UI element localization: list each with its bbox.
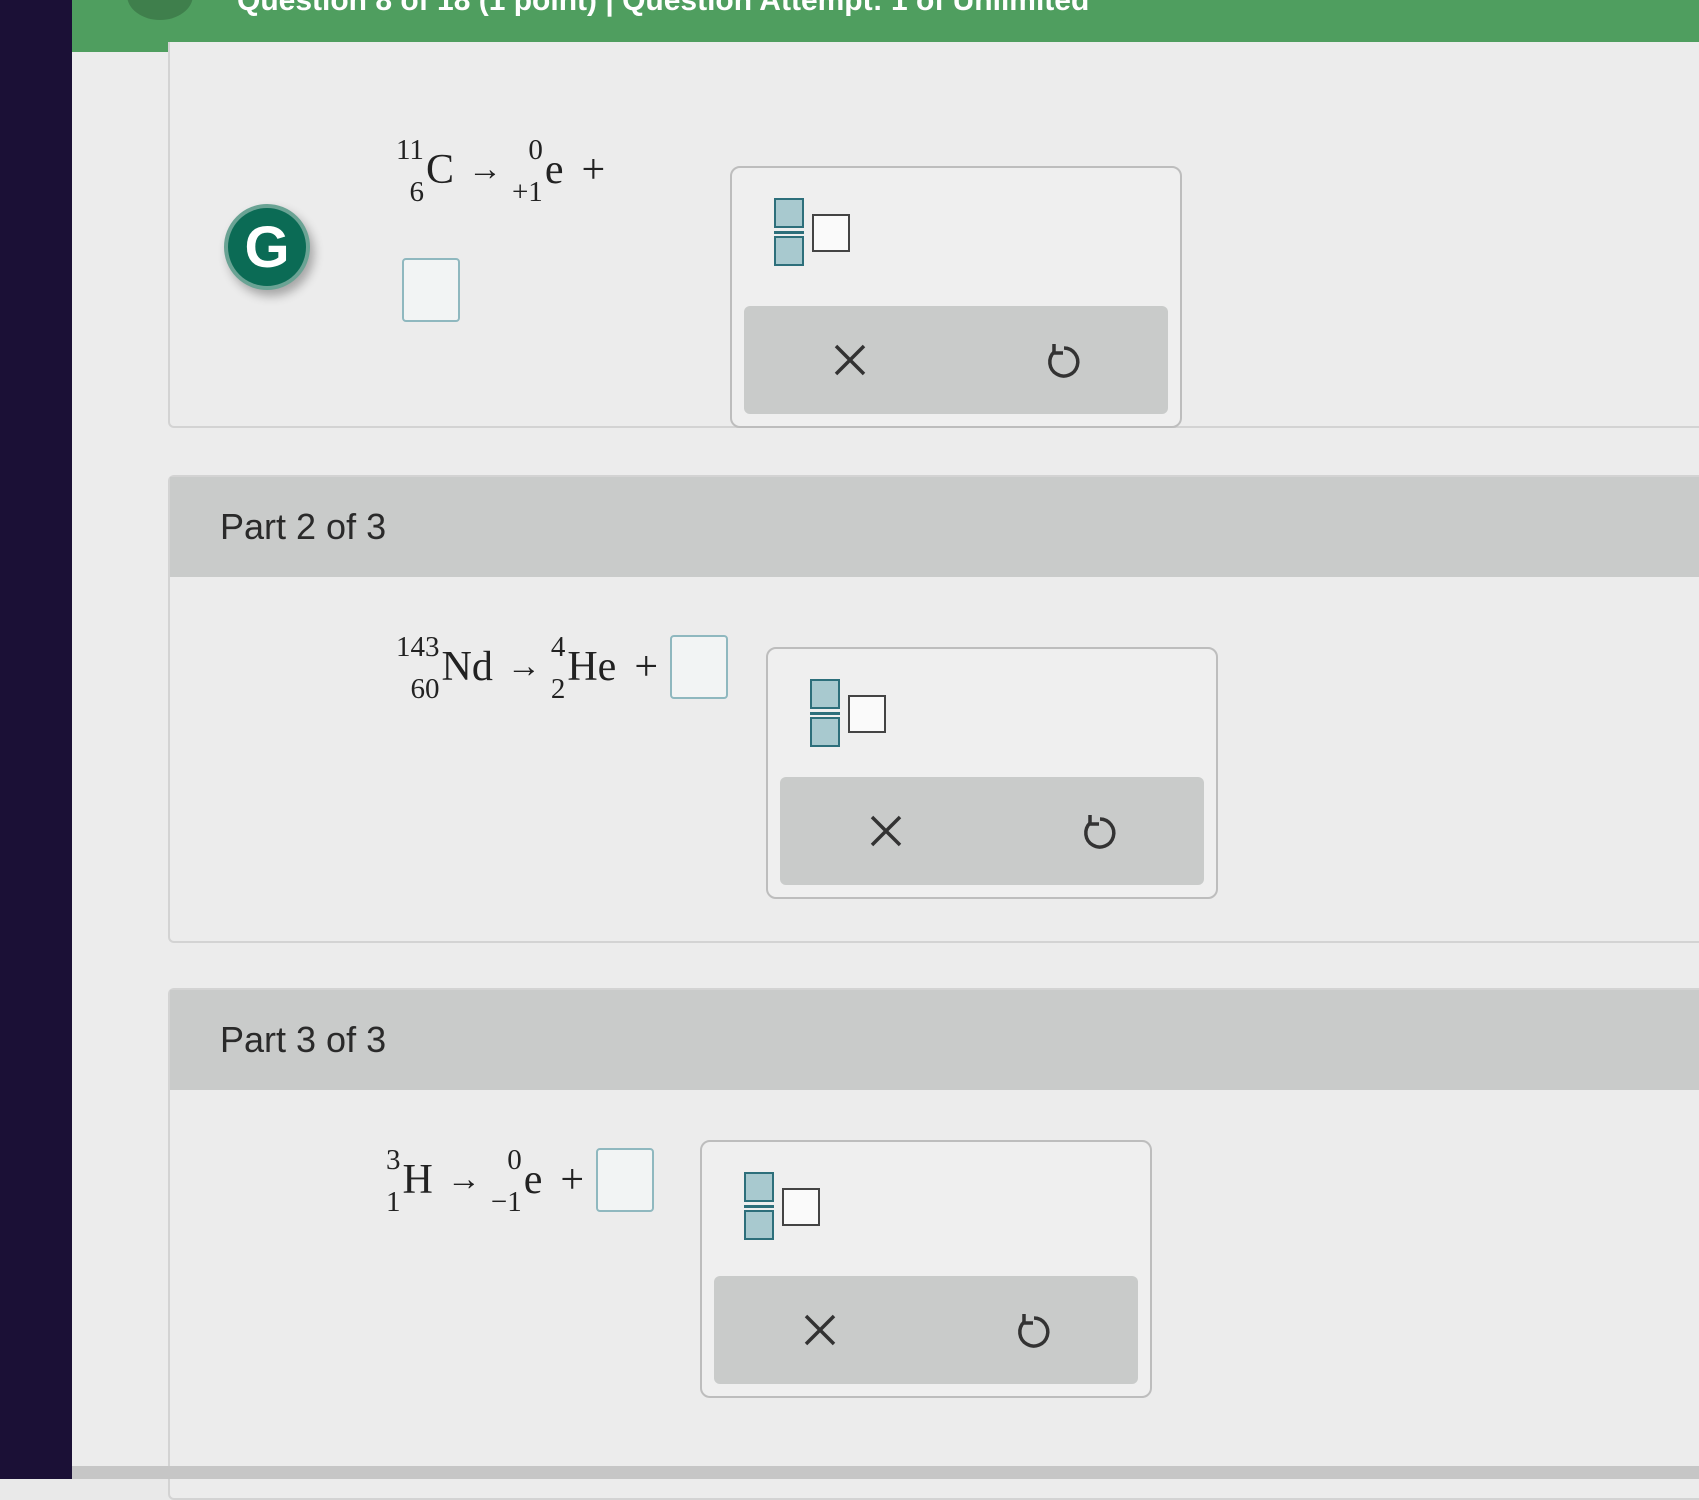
undo-icon [1084, 815, 1116, 849]
plus-sign: + [634, 644, 659, 690]
close-icon [804, 1314, 836, 1346]
palette-actions [744, 306, 1168, 414]
part-3-answer-box[interactable] [596, 1148, 655, 1212]
part-2-header: Part 2 of 3 [170, 477, 1699, 577]
grammarly-badge-icon[interactable]: G [224, 204, 310, 290]
reaction-arrow: → [467, 151, 502, 188]
product-nuclide: 0 +1 e [511, 134, 564, 208]
clear-button[interactable] [780, 1290, 860, 1370]
reactant-nuclide: 11 6 C [396, 134, 454, 208]
part-2-answer-box[interactable] [670, 635, 729, 699]
plus-sign: + [560, 1157, 585, 1203]
fraction-template-icon[interactable] [774, 198, 854, 268]
undo-icon [1048, 344, 1080, 378]
close-icon [834, 344, 866, 376]
left-bezel [0, 0, 72, 1479]
question-page: 11 6 C → 0 +1 e + Part 2 of 3 143 60 Nd … [72, 42, 1699, 1500]
part-3-card: Part 3 of 3 31 H → 0 −1 e + [168, 988, 1699, 1500]
question-info: Question 8 of 18 (1 point) | Question At… [237, 0, 1090, 17]
fraction-template-icon[interactable] [810, 679, 890, 749]
product-nuclide: 0 −1 e [490, 1144, 543, 1218]
fraction-template-icon[interactable] [744, 1172, 824, 1242]
part-2-palette [766, 647, 1218, 899]
clear-button[interactable] [810, 320, 890, 400]
clear-button[interactable] [846, 791, 926, 871]
part-3-label: Part 3 of 3 [220, 1019, 387, 1060]
palette-actions [780, 777, 1204, 885]
part-1-equation: 11 6 C → 0 +1 e + [396, 134, 617, 208]
part-1-answer-box[interactable] [402, 258, 460, 322]
part-2-label: Part 2 of 3 [220, 506, 387, 547]
palette-actions [714, 1276, 1138, 1384]
reaction-arrow: → [446, 1161, 481, 1198]
menu-button[interactable] [127, 0, 193, 20]
reactant-nuclide: 31 H [386, 1144, 433, 1218]
bottom-edge [72, 1466, 1699, 1479]
plus-sign: + [581, 147, 606, 193]
undo-button[interactable] [1022, 320, 1102, 400]
part-3-equation: 31 H → 0 −1 e + [386, 1144, 655, 1218]
part-2-equation: 143 60 Nd → 42 He + [396, 631, 729, 705]
undo-icon [1018, 1314, 1050, 1348]
part-1-palette [730, 166, 1182, 428]
part-1-card: 11 6 C → 0 +1 e + [168, 42, 1699, 428]
product-nuclide: 42 He [550, 631, 617, 705]
part-3-palette [700, 1140, 1152, 1398]
part-3-header: Part 3 of 3 [170, 990, 1699, 1090]
undo-button[interactable] [1058, 791, 1138, 871]
reactant-nuclide: 143 60 Nd [396, 631, 493, 705]
part-2-card: Part 2 of 3 143 60 Nd → 42 He + [168, 475, 1699, 943]
close-icon [870, 815, 902, 847]
reaction-arrow: → [506, 648, 541, 685]
undo-button[interactable] [992, 1290, 1072, 1370]
